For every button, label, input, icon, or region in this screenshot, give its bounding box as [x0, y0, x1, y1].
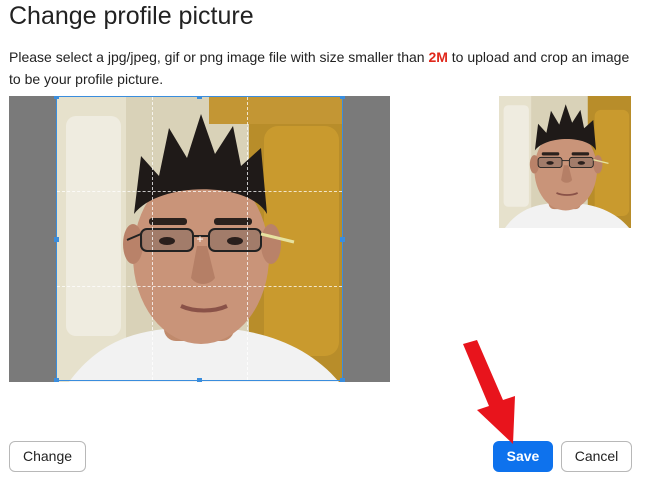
- crop-handle-top-left[interactable]: [54, 96, 59, 99]
- crop-handle-left[interactable]: [54, 237, 59, 242]
- upload-instructions: Please select a jpg/jpeg, gif or png ima…: [9, 46, 641, 90]
- dialog-title: Change profile picture: [9, 2, 254, 30]
- crop-selection-box[interactable]: +: [54, 96, 345, 382]
- size-limit-highlight: 2M: [428, 49, 448, 65]
- crop-grid-line: [152, 97, 153, 380]
- crop-grid-line: [57, 286, 342, 287]
- crop-handle-bottom[interactable]: [197, 378, 202, 382]
- instructions-text-start: Please select a jpg/jpeg, gif or png ima…: [9, 49, 429, 65]
- crop-grid-line: [57, 191, 342, 192]
- crop-center-icon: +: [196, 232, 204, 246]
- crop-handle-bottom-left[interactable]: [54, 378, 59, 382]
- change-button[interactable]: Change: [9, 441, 86, 472]
- crop-handle-top-right[interactable]: [340, 96, 345, 99]
- crop-handle-right[interactable]: [340, 237, 345, 242]
- crop-handle-top[interactable]: [197, 96, 202, 99]
- cancel-button[interactable]: Cancel: [561, 441, 632, 472]
- preview-photo: [499, 96, 631, 228]
- crop-area[interactable]: +: [9, 96, 390, 382]
- red-arrow-icon: [463, 340, 515, 444]
- crop-preview: [499, 96, 631, 228]
- crop-grid-line: [247, 97, 248, 380]
- crop-handle-bottom-right[interactable]: [340, 378, 345, 382]
